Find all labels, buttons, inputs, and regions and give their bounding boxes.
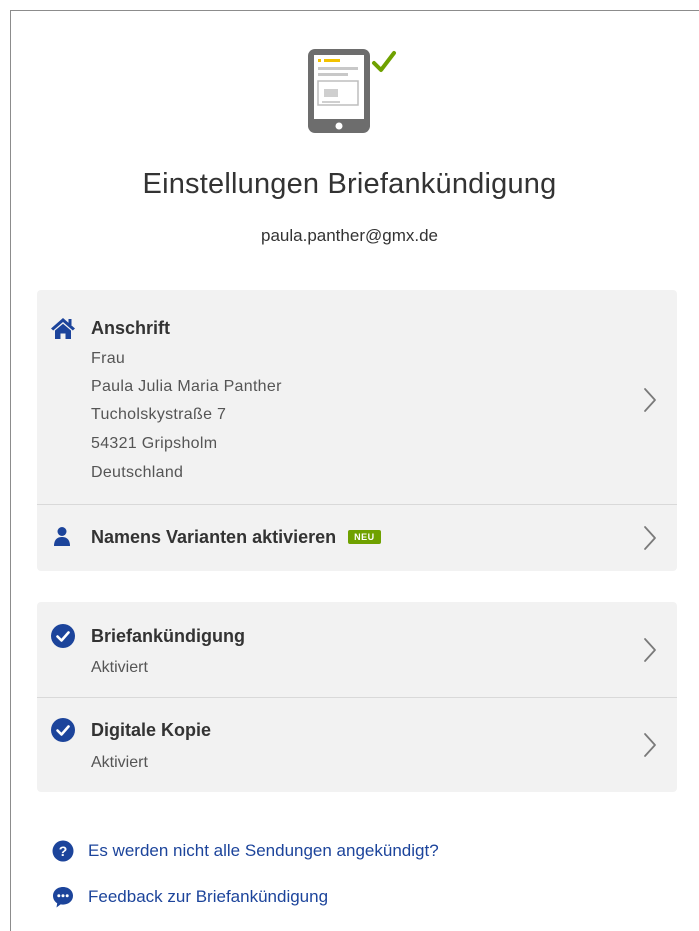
address-row[interactable]: Anschrift Frau Paula Julia Maria Panther… xyxy=(37,290,677,504)
name-variants-text: Namens Varianten aktivieren xyxy=(91,527,337,547)
check-circle-icon xyxy=(51,718,75,742)
address-line: 54321 Gripsholm xyxy=(91,435,218,452)
digital-copy-label: Digitale Kopie xyxy=(91,720,212,740)
address-line: Paula Julia Maria Panther xyxy=(91,378,282,395)
address-line: Tucholskystraße 7 xyxy=(91,406,227,423)
speech-bubble-icon xyxy=(53,887,73,908)
name-variants-label: Namens Varianten aktivieren NEU xyxy=(91,527,381,548)
digital-copy-row[interactable]: Digitale Kopie Aktiviert xyxy=(37,698,677,792)
tablet-letter-check-icon xyxy=(308,49,396,133)
page-title: Einstellungen Briefankündigung xyxy=(142,168,557,200)
digital-copy-status: Aktiviert xyxy=(91,754,148,771)
feedback-link-text: Feedback zur Briefankündigung xyxy=(88,887,329,906)
address-line: Deutschland xyxy=(91,464,184,481)
svg-text:?: ? xyxy=(59,843,68,859)
letter-notification-label: Briefankündigung xyxy=(91,626,245,646)
chevron-right-icon xyxy=(644,638,656,662)
person-icon xyxy=(54,527,70,546)
account-email: paula.panther@gmx.de xyxy=(261,226,438,245)
missing-shipments-link-text: Es werden nicht alle Sendungen angekündi… xyxy=(88,841,439,860)
address-label: Anschrift xyxy=(91,318,171,338)
letter-notification-row[interactable]: Briefankündigung Aktiviert xyxy=(37,602,677,697)
notification-settings-card: Briefankündigung Aktiviert Digitale Kopi… xyxy=(37,602,677,792)
chevron-right-icon xyxy=(644,526,656,550)
new-badge: NEU xyxy=(348,530,381,544)
home-icon xyxy=(51,318,75,339)
question-circle-icon: ? xyxy=(52,840,74,862)
address-line: Frau xyxy=(91,350,126,367)
address-card: Anschrift Frau Paula Julia Maria Panther… xyxy=(37,290,677,571)
name-variants-row[interactable]: Namens Varianten aktivieren NEU xyxy=(37,505,677,571)
chevron-right-icon xyxy=(644,388,656,412)
check-circle-icon xyxy=(51,624,75,648)
letter-notification-status: Aktiviert xyxy=(91,659,148,676)
chevron-right-icon xyxy=(644,733,656,757)
